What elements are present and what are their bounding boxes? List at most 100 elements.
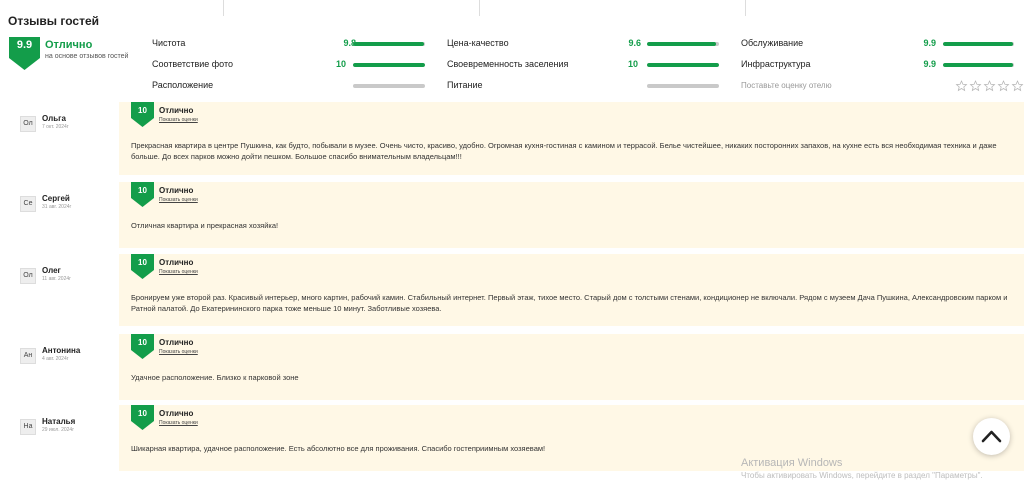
- show-ratings-link[interactable]: Показать оценки: [159, 197, 198, 203]
- review-date: 7 окт. 2024г: [42, 124, 69, 130]
- reviewer-name: Наталья: [42, 417, 76, 426]
- avatar: Ан: [20, 348, 36, 364]
- category-bar: [353, 42, 425, 46]
- review-score-badge: 10: [131, 182, 154, 207]
- category-price-quality: Цена-качество 9.6: [447, 37, 719, 51]
- category-score: 10: [335, 59, 346, 69]
- show-ratings-link[interactable]: Показать оценки: [159, 117, 198, 123]
- category-name: Инфраструктура: [741, 59, 811, 69]
- avatar: Ол: [20, 116, 36, 132]
- chevron-up-icon: [981, 430, 1002, 443]
- avatar: Ол: [20, 268, 36, 284]
- overall-score-badge: 9.9: [9, 37, 40, 70]
- category-bar: [647, 63, 719, 67]
- review-text: Отличная квартира и прекрасная хозяйка!: [131, 221, 279, 230]
- review-label: Отлично: [159, 338, 194, 347]
- review-text: Шикарная квартира, удачное расположение.…: [131, 444, 546, 453]
- review-card: 10 Отлично Показать оценки Удачное распо…: [119, 334, 1024, 400]
- category-bar-fill: [647, 63, 719, 67]
- category-bar: [943, 42, 1014, 46]
- category-checkin-timeliness: Своевременность заселения 10: [447, 58, 719, 72]
- category-bar: [353, 63, 425, 67]
- review-item: Ол Ольга 7 окт. 2024г 10 Отлично Показат…: [0, 102, 1024, 175]
- category-name: Расположение: [152, 80, 214, 90]
- reviewer-name: Сергей: [42, 194, 70, 203]
- category-name: Обслуживание: [741, 38, 804, 48]
- category-name: Своевременность заселения: [447, 59, 569, 69]
- reviewer-name: Олег: [42, 266, 61, 275]
- review-item: Ол Олег 11 авг. 2024г 10 Отлично Показат…: [0, 254, 1024, 326]
- category-score: 9.9: [923, 59, 936, 69]
- star-icon[interactable]: [997, 80, 1010, 92]
- star-icon[interactable]: [955, 80, 968, 92]
- review-score: 10: [138, 258, 147, 267]
- divider: [223, 0, 224, 16]
- category-bar-fill: [943, 42, 1014, 46]
- category-name: Соответствие фото: [152, 59, 234, 69]
- category-service: Обслуживание 9.9: [741, 37, 1014, 51]
- category-score: 9.9: [923, 38, 936, 48]
- review-date: 29 июл. 2024г: [42, 427, 75, 433]
- category-score: 9.8: [343, 38, 356, 48]
- review-score-badge: 10: [131, 405, 154, 430]
- review-date: 11 авг. 2024г: [42, 276, 71, 282]
- avatar: Се: [20, 196, 36, 212]
- overall-score: 9.9: [16, 39, 33, 51]
- review-card: 10 Отлично Показать оценки Отличная квар…: [119, 182, 1024, 248]
- show-ratings-link[interactable]: Показать оценки: [159, 269, 198, 275]
- review-text: Прекрасная квартира в центре Пушкина, ка…: [131, 141, 997, 161]
- category-score: 9.6: [628, 38, 641, 48]
- category-location: Расположение: [152, 79, 425, 93]
- review-text: Бронируем уже второй раз. Красивый интер…: [131, 293, 1008, 313]
- category-bar: [647, 42, 719, 46]
- category-name: Цена-качество: [447, 38, 509, 48]
- review-item: Ан Антонина 4 авг. 2024г 10 Отлично Пока…: [0, 334, 1024, 400]
- top-strip: [0, 0, 1024, 16]
- review-label: Отлично: [159, 258, 194, 267]
- review-text: Удачное расположение. Близко к парковой …: [131, 373, 299, 382]
- category-infrastructure: Инфраструктура 9.9: [741, 58, 1014, 72]
- review-card: 10 Отлично Показать оценки Бронируем уже…: [119, 254, 1024, 326]
- review-date: 31 авг. 2024г: [42, 204, 72, 210]
- category-bar-fill: [353, 63, 425, 67]
- show-ratings-link[interactable]: Показать оценки: [159, 420, 198, 426]
- review-card: 10 Отлично Показать оценки Прекрасная кв…: [119, 102, 1024, 175]
- overall-subtitle: на основе отзывов гостей: [45, 53, 129, 60]
- divider: [745, 0, 746, 16]
- windows-activation-subtitle: Чтобы активировать Windows, перейдите в …: [741, 471, 983, 480]
- section-title: Отзывы гостей: [8, 14, 99, 28]
- review-score-badge: 10: [131, 254, 154, 279]
- category-bar-fill: [943, 63, 1014, 67]
- review-item: На Наталья 29 июл. 2024г 10 Отлично Пока…: [0, 405, 1024, 471]
- star-icon[interactable]: [983, 80, 996, 92]
- rate-hotel-hint: Поставьте оценку отелю: [741, 81, 832, 90]
- review-item: Се Сергей 31 авг. 2024г 10 Отлично Показ…: [0, 182, 1024, 248]
- category-photo-match: Соответствие фото 10: [152, 58, 425, 72]
- category-bar: [943, 63, 1014, 67]
- reviewer-name: Ольга: [42, 114, 66, 123]
- review-card: 10 Отлично Показать оценки Шикарная квар…: [119, 405, 1024, 471]
- review-label: Отлично: [159, 106, 194, 115]
- review-score: 10: [138, 106, 147, 115]
- review-score-badge: 10: [131, 334, 154, 359]
- category-bar-fill: [647, 42, 717, 46]
- windows-activation-title: Активация Windows: [741, 457, 843, 469]
- review-label: Отлично: [159, 186, 194, 195]
- category-name: Питание: [447, 80, 483, 90]
- review-score-badge: 10: [131, 102, 154, 127]
- review-score: 10: [138, 186, 147, 195]
- category-bar: [647, 84, 719, 88]
- category-bar-fill: [353, 42, 424, 46]
- avatar: На: [20, 419, 36, 435]
- review-label: Отлично: [159, 409, 194, 418]
- star-icon[interactable]: [969, 80, 982, 92]
- review-score: 10: [138, 338, 147, 347]
- show-ratings-link[interactable]: Показать оценки: [159, 349, 198, 355]
- category-bar: [353, 84, 425, 88]
- rating-stars[interactable]: [955, 80, 1024, 92]
- scroll-to-top-button[interactable]: [973, 418, 1010, 455]
- review-score: 10: [138, 409, 147, 418]
- category-cleanliness: Чистота 9.8: [152, 37, 425, 51]
- overall-label: Отлично: [45, 39, 93, 51]
- star-icon[interactable]: [1011, 80, 1024, 92]
